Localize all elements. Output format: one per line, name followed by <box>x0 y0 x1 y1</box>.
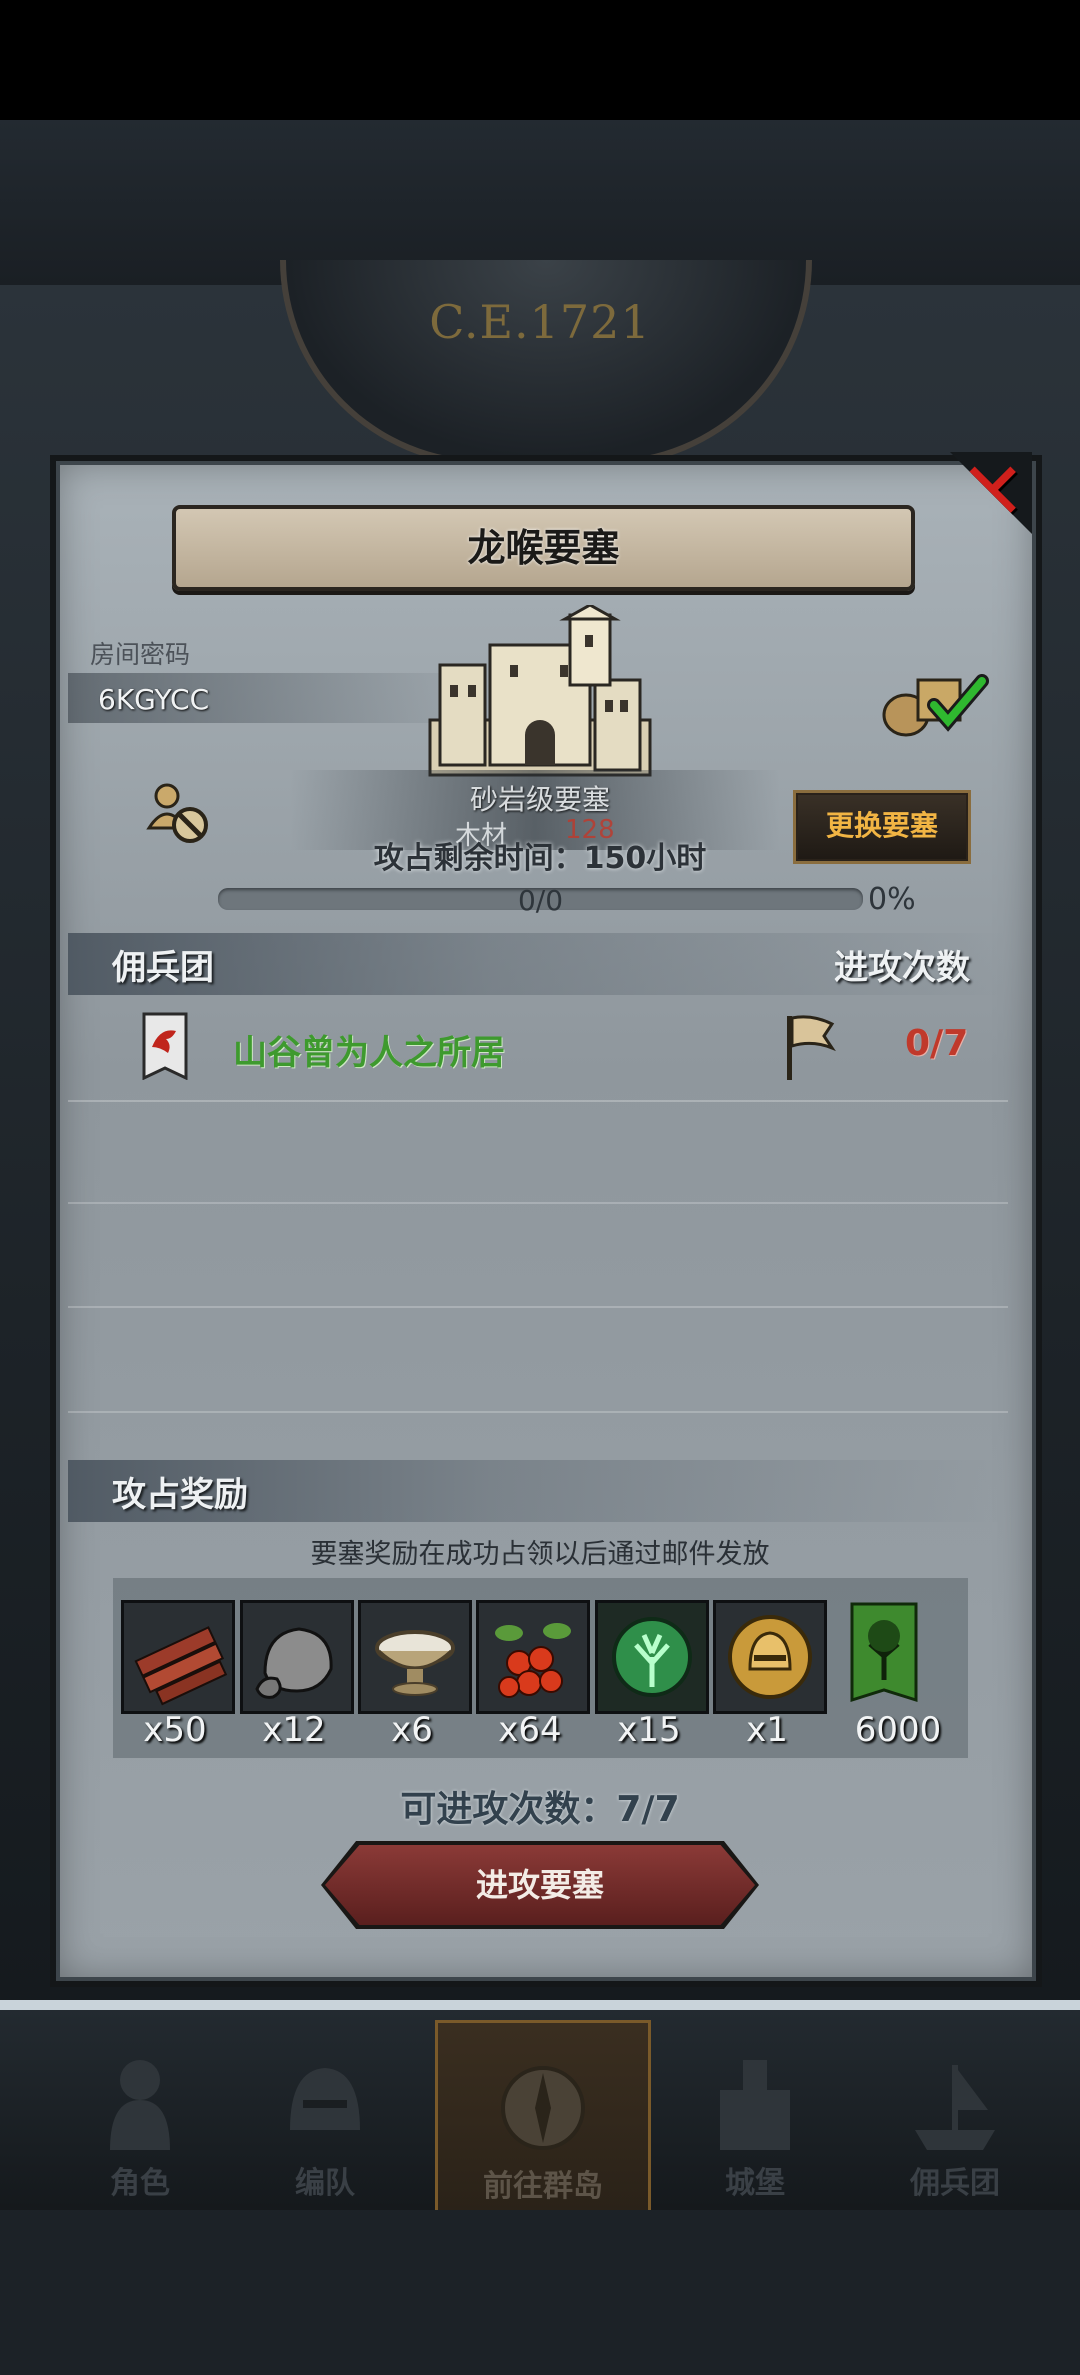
nav-label: 佣兵团 <box>910 2166 1000 2201</box>
reward-qty: x50 <box>143 1710 207 1750</box>
helmet-icon <box>290 2068 360 2130</box>
berries-icon <box>479 1603 587 1711</box>
reward-qty: x1 <box>746 1710 788 1750</box>
dialog-title: 龙喉要塞 <box>467 526 620 570</box>
nav-item-islands[interactable]: 前往群岛 <box>435 2020 651 2216</box>
dialog-title-plate: 龙喉要塞 <box>172 505 915 591</box>
change-fortress-button[interactable]: 更换要塞 <box>793 790 971 864</box>
reward-slot-green-rune[interactable] <box>595 1600 709 1714</box>
flag-icon <box>787 1015 836 1080</box>
reward-slot-salt[interactable] <box>358 1600 472 1714</box>
attacks-remaining: 可进攻次数：7/7 <box>400 1789 680 1830</box>
bottom-bar <box>0 2210 1080 2375</box>
status-bar <box>0 0 1080 120</box>
red-dragon-banner-icon <box>142 1012 188 1080</box>
mercenary-header-label: 佣兵团 <box>112 948 214 988</box>
mercenary-row[interactable] <box>68 1000 1008 1102</box>
supply-check-icon[interactable] <box>876 660 991 740</box>
room-code[interactable]: 6KGYCC <box>98 683 209 716</box>
row-divider <box>68 1306 1008 1308</box>
reward-qty: x15 <box>617 1710 681 1750</box>
nav-item-mercenary[interactable]: 佣兵团 <box>855 2020 1055 2210</box>
reward-slot-tree-banner[interactable] <box>848 1600 920 1708</box>
row-divider <box>68 1202 1008 1204</box>
wood-logs-icon <box>124 1603 232 1711</box>
progress-text: 0/0 <box>517 884 564 917</box>
reward-qty: x6 <box>391 1710 433 1750</box>
attack-count-header: 进攻次数 <box>834 948 970 988</box>
reward-qty: 6000 <box>854 1710 942 1750</box>
reward-qty: x64 <box>498 1710 562 1750</box>
nav-item-character[interactable]: 角色 <box>40 2020 240 2210</box>
row-divider <box>68 1411 1008 1413</box>
nav-item-castle[interactable]: 城堡 <box>655 2020 855 2210</box>
ship-icon <box>915 2065 995 2150</box>
rewards-header-label: 攻占奖励 <box>112 1475 248 1515</box>
change-fortress-label: 更换要塞 <box>825 809 938 842</box>
nav-label: 城堡 <box>725 2166 785 2201</box>
room-label: 房间密码 <box>90 640 191 669</box>
mercenary-name: 山谷曾为人之所居 <box>233 1033 505 1073</box>
reward-slot-berries[interactable] <box>476 1600 590 1714</box>
tree-banner-icon <box>850 1602 918 1703</box>
nav-label: 前往群岛 <box>483 2169 603 2204</box>
no-person-icon[interactable] <box>145 778 215 848</box>
gold-helmet-coin-icon <box>716 1603 824 1711</box>
reward-slot-helmet-coin[interactable] <box>713 1600 827 1714</box>
nav-item-formation[interactable]: 编队 <box>225 2020 425 2210</box>
rewards-note: 要塞奖励在成功占领以后通过邮件发放 <box>310 1539 770 1570</box>
knight-icon <box>110 2060 170 2150</box>
attack-fortress-button[interactable]: 进攻要塞 <box>325 1845 755 1925</box>
nav-label: 编队 <box>295 2166 355 2201</box>
fortress-castle-icon <box>428 605 652 777</box>
nav-label: 角色 <box>110 2166 170 2201</box>
green-tree-rune-icon <box>598 1603 706 1711</box>
reward-qty: x12 <box>262 1710 326 1750</box>
progress-percent: 0% <box>868 882 916 917</box>
reward-slot-wood[interactable] <box>121 1600 235 1714</box>
castle-icon <box>720 2060 790 2150</box>
reward-slot-stone[interactable] <box>240 1600 354 1714</box>
salt-bowl-icon <box>361 1603 469 1711</box>
attack-fortress-label: 进攻要塞 <box>475 1866 604 1904</box>
stone-ore-icon <box>243 1603 351 1711</box>
compass-icon <box>501 2066 585 2150</box>
mercenary-attack-count: 0/7 <box>905 1023 969 1064</box>
era-label: C.E.1721 <box>429 295 651 349</box>
